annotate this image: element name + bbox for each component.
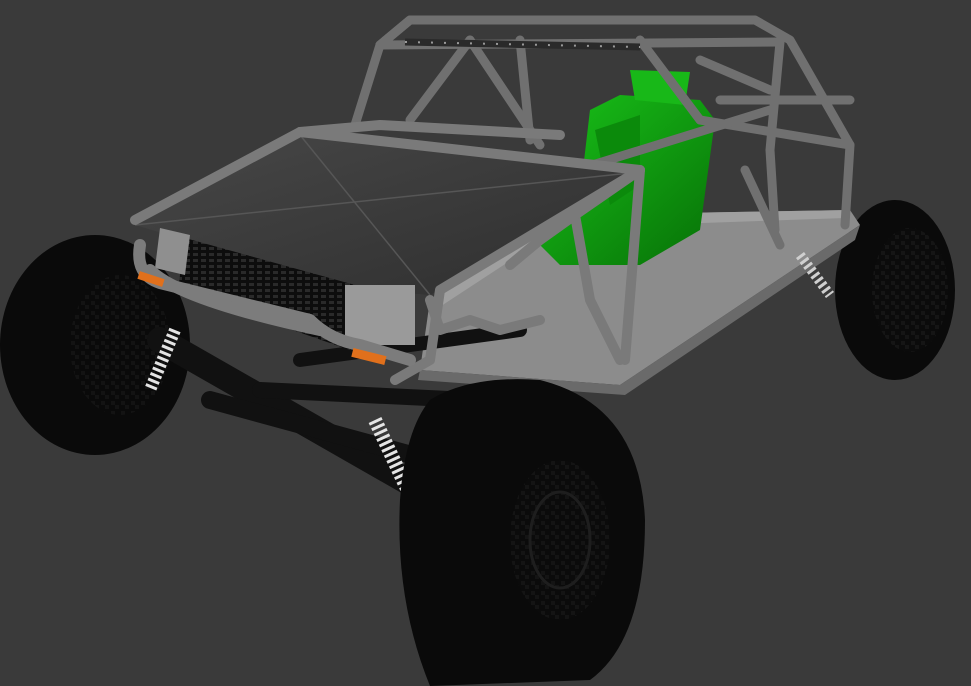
render-viewport: [0, 0, 971, 686]
right-headlight-panel: [345, 285, 415, 345]
front-right-wheel: [399, 379, 645, 686]
buggy-render: [0, 0, 971, 686]
roof-light-bar: [404, 38, 641, 51]
left-headlight-panel: [155, 228, 190, 275]
